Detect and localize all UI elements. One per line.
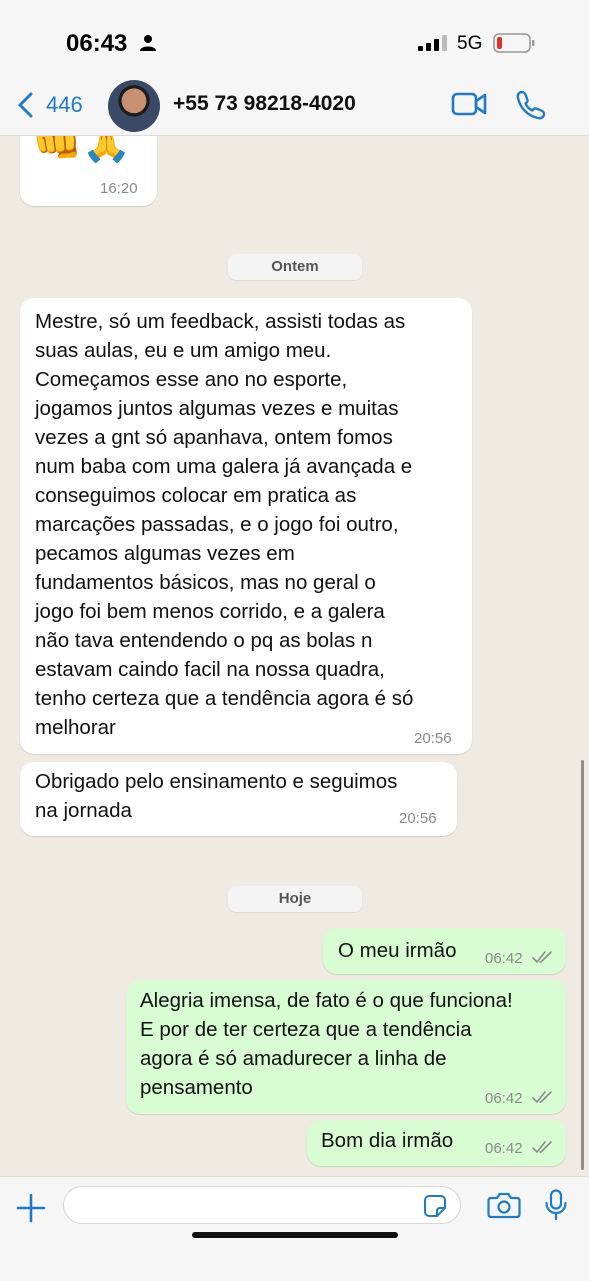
- message-bubble-incoming[interactable]: 👊🙏 16:20: [20, 136, 157, 206]
- plus-icon[interactable]: [16, 1193, 46, 1223]
- message-text: O meu irmão: [338, 939, 457, 962]
- back-unread-count[interactable]: 446: [46, 92, 83, 118]
- status-time: 06:43: [66, 30, 128, 57]
- message-time: 06:42: [485, 1140, 523, 1157]
- message-time: 20:56: [414, 730, 452, 747]
- network-label: 5G: [457, 33, 483, 54]
- message-bubble-outgoing[interactable]: O meu irmão 06:42: [323, 928, 566, 974]
- double-check-icon: [532, 1091, 552, 1103]
- composer-bar: [0, 1176, 589, 1281]
- message-text: Mestre, só um feedback, assisti todas as…: [35, 310, 414, 739]
- status-bar: 06:43 5G: [0, 0, 589, 80]
- message-time: 16:20: [100, 180, 138, 197]
- message-bubble-incoming[interactable]: Obrigado pelo ensinamento e seguimos na …: [20, 762, 457, 836]
- message-text: Bom dia irmão: [321, 1129, 454, 1152]
- microphone-icon[interactable]: [544, 1189, 568, 1221]
- date-divider: Ontem: [228, 254, 362, 280]
- camera-icon[interactable]: [487, 1191, 521, 1219]
- message-bubble-outgoing[interactable]: Alegria imensa, de fato é o que funciona…: [126, 980, 566, 1114]
- message-input[interactable]: [63, 1186, 461, 1224]
- phone-call-icon[interactable]: [515, 89, 547, 121]
- message-bubble-incoming[interactable]: Mestre, só um feedback, assisti todas as…: [20, 298, 472, 754]
- message-time: 06:42: [485, 1090, 523, 1107]
- double-check-icon: [532, 1141, 552, 1153]
- person-icon: [140, 35, 156, 51]
- signal-icon: [418, 35, 447, 51]
- message-time: 06:42: [485, 950, 523, 967]
- sticker-icon[interactable]: [423, 1194, 447, 1218]
- chat-header: 446 +55 73 98218-4020: [0, 80, 589, 136]
- back-chevron-icon[interactable]: [16, 92, 36, 118]
- contact-name[interactable]: +55 73 98218-4020: [173, 92, 356, 116]
- home-indicator[interactable]: [192, 1232, 398, 1238]
- message-time: 20:56: [399, 810, 437, 827]
- date-divider: Hoje: [228, 886, 362, 912]
- emoji-message: 👊🙏: [32, 136, 132, 164]
- scrollbar[interactable]: [581, 760, 584, 1170]
- double-check-icon: [532, 951, 552, 963]
- message-bubble-outgoing[interactable]: Bom dia irmão 06:42: [307, 1120, 566, 1166]
- video-call-icon[interactable]: [451, 91, 487, 117]
- message-text: Obrigado pelo ensinamento e seguimos na …: [35, 770, 398, 822]
- contact-avatar[interactable]: [108, 80, 160, 132]
- battery-icon: [493, 33, 535, 53]
- chat-messages[interactable]: 👊🙏 16:20 Ontem Mestre, só um feedback, a…: [0, 136, 589, 1176]
- message-text: Alegria imensa, de fato é o que funciona…: [140, 989, 513, 1099]
